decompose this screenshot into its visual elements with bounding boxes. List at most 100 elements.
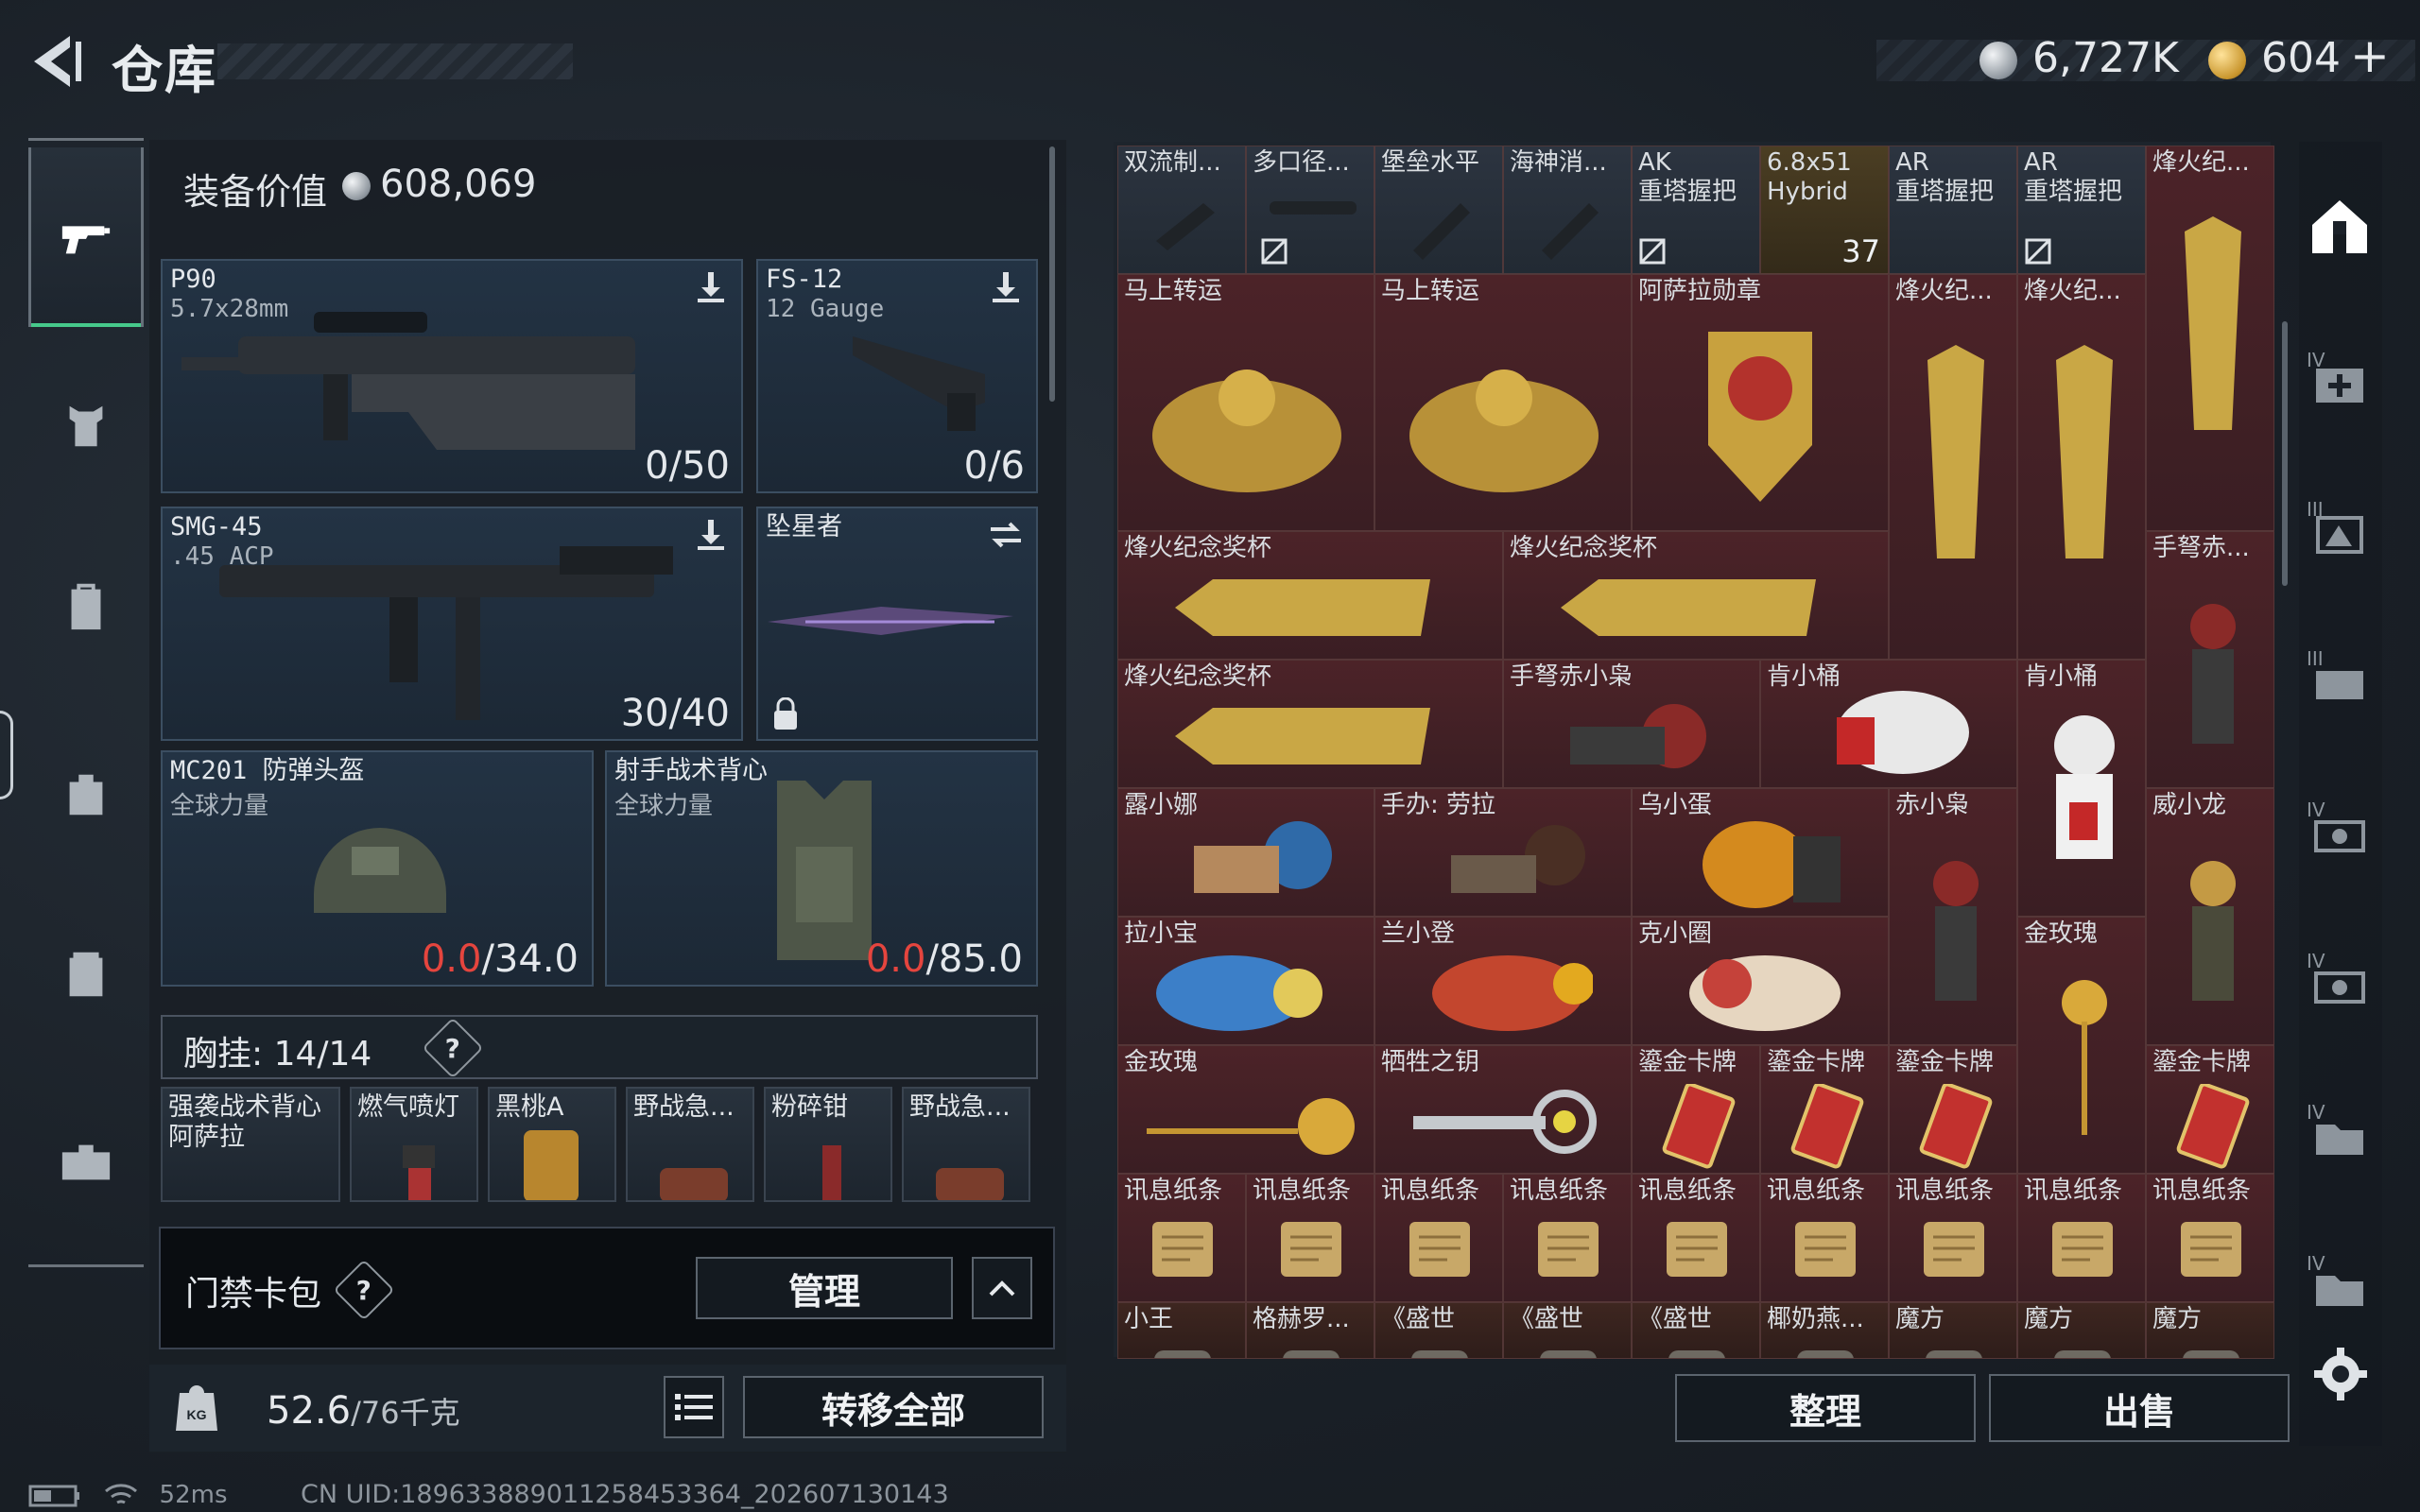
- loadout-scrollbar[interactable]: [1049, 146, 1055, 402]
- inventory-item[interactable]: 讯息纸条: [1760, 1174, 1889, 1302]
- tier-3-storage-icon[interactable]: III: [2307, 493, 2373, 559]
- manage-button[interactable]: 管理: [696, 1257, 953, 1319]
- inventory-item[interactable]: 烽火纪念奖杯: [1503, 531, 1889, 660]
- inventory-item[interactable]: 兰小登: [1374, 917, 1632, 1045]
- inventory-item[interactable]: 威小龙: [2146, 788, 2274, 1045]
- inventory-item[interactable]: 克小圈: [1632, 917, 1889, 1045]
- list-icon: [675, 1394, 713, 1420]
- inventory-item[interactable]: 乌小蛋: [1632, 788, 1889, 917]
- inventory-scrollbar[interactable]: [2282, 321, 2288, 586]
- side-drawer-tab[interactable]: [0, 711, 13, 799]
- chest-item[interactable]: 燃气喷灯: [350, 1087, 478, 1202]
- inventory-item[interactable]: 鎏金卡牌: [2146, 1045, 2274, 1174]
- inventory-item[interactable]: 《盛世: [1632, 1302, 1760, 1359]
- chest-item[interactable]: 强袭战术背心 阿萨拉: [161, 1087, 340, 1202]
- transfer-all-button[interactable]: 转移全部: [743, 1376, 1044, 1438]
- nav-bag-tab[interactable]: [28, 705, 144, 885]
- inventory-item[interactable]: 讯息纸条: [1889, 1174, 2017, 1302]
- inventory-item[interactable]: 海神消...: [1503, 146, 1632, 274]
- inventory-item[interactable]: 讯息纸条: [1374, 1174, 1503, 1302]
- tier-3-cases-icon[interactable]: III: [2307, 643, 2373, 709]
- inventory-item[interactable]: 小王: [1117, 1302, 1246, 1359]
- inventory-item[interactable]: 烽火纪...: [2146, 146, 2274, 531]
- inventory-item[interactable]: AR 重塔握把: [2017, 146, 2146, 274]
- battery-icon: [28, 1485, 79, 1506]
- inventory-item[interactable]: 《盛世: [1374, 1302, 1503, 1359]
- chest-item[interactable]: 野战急...: [626, 1087, 754, 1202]
- inventory-item[interactable]: 鎏金卡牌: [1632, 1045, 1760, 1174]
- home-icon[interactable]: [2307, 193, 2373, 259]
- back-arrow-icon[interactable]: [26, 28, 83, 94]
- inventory-item[interactable]: 马上转运: [1117, 274, 1374, 531]
- swap-icon[interactable]: [987, 516, 1025, 554]
- tier-4-box-icon[interactable]: IV: [2307, 1247, 2373, 1314]
- settings-icon[interactable]: [2312, 1346, 2369, 1402]
- inventory-item[interactable]: 多口径...: [1246, 146, 1374, 274]
- helmet-image: [314, 828, 446, 913]
- inventory-item[interactable]: 讯息纸条: [1632, 1174, 1760, 1302]
- inventory-item[interactable]: 讯息纸条: [2017, 1174, 2146, 1302]
- chest-item[interactable]: 粉碎钳: [764, 1087, 892, 1202]
- inventory-item[interactable]: 拉小宝: [1117, 917, 1374, 1045]
- inventory-item[interactable]: 魔方: [2017, 1302, 2146, 1359]
- inventory-item[interactable]: 牺牲之钥: [1374, 1045, 1632, 1174]
- inventory-item[interactable]: 6.8x51 Hybrid 37: [1760, 146, 1889, 274]
- inventory-item[interactable]: 马上转运: [1374, 274, 1632, 531]
- inventory-item[interactable]: 魔方: [1889, 1302, 2017, 1359]
- chest-item[interactable]: 黑桃A: [488, 1087, 616, 1202]
- vest-slot[interactable]: 射手战术背心 全球力量 0.0/85.0: [605, 750, 1038, 987]
- melee-weapon-slot[interactable]: 坠星者: [756, 507, 1038, 741]
- chest-item[interactable]: 野战急...: [902, 1087, 1030, 1202]
- tier-4-ammo-icon[interactable]: IV: [2307, 794, 2373, 860]
- nav-weapons-tab[interactable]: [28, 147, 144, 327]
- add-currency-button[interactable]: +: [2350, 28, 2390, 83]
- nav-toolbox-tab[interactable]: [28, 1074, 144, 1253]
- secondary-weapon-slot[interactable]: FS-12 12 Gauge 0/6: [756, 259, 1038, 493]
- primary-weapon-slot[interactable]: P90 5.7x28mm 0/50: [161, 259, 743, 493]
- smg-weapon-slot[interactable]: SMG-45 .45 ACP 30/40: [161, 507, 743, 741]
- inventory-item[interactable]: 堡垒水平: [1374, 146, 1503, 274]
- fs12-image: [853, 336, 985, 431]
- inventory-item[interactable]: 讯息纸条: [1246, 1174, 1374, 1302]
- inventory-item[interactable]: 手弩赤...: [2146, 531, 2274, 788]
- inventory-item[interactable]: 格赫罗...: [1246, 1302, 1374, 1359]
- horse-medal-image: [1409, 369, 1599, 492]
- nav-case-tab[interactable]: [28, 885, 144, 1064]
- inventory-item[interactable]: AK 重塔握把: [1632, 146, 1760, 274]
- inventory-item[interactable]: 烽火纪...: [1889, 274, 2017, 660]
- inventory-item[interactable]: 金玫瑰: [1117, 1045, 1374, 1174]
- inventory-item[interactable]: 双流制...: [1117, 146, 1246, 274]
- inventory-item[interactable]: 手弩赤小枭: [1503, 660, 1760, 788]
- inventory-item[interactable]: 阿萨拉勋章: [1632, 274, 1889, 531]
- inventory-item[interactable]: AR 重塔握把: [1889, 146, 2017, 274]
- inventory-item[interactable]: 赤小枭: [1889, 788, 2017, 1045]
- sell-button[interactable]: 出售: [1989, 1374, 2290, 1442]
- inventory-item[interactable]: 金玫瑰: [2017, 917, 2146, 1174]
- tier-4-gear-icon[interactable]: IV: [2307, 945, 2373, 1011]
- nav-backpack-tab[interactable]: [28, 516, 144, 696]
- inventory-item[interactable]: 讯息纸条: [1117, 1174, 1246, 1302]
- inventory-item[interactable]: 烽火纪念奖杯: [1117, 531, 1503, 660]
- inventory-item[interactable]: 肯小桶: [2017, 660, 2146, 917]
- collapse-button[interactable]: [972, 1257, 1032, 1319]
- inventory-item[interactable]: 魔方: [2146, 1302, 2274, 1359]
- inventory-item[interactable]: 鎏金卡牌: [1760, 1045, 1889, 1174]
- ace-card-image: [524, 1130, 579, 1200]
- tier-4-folder-icon[interactable]: IV: [2307, 1096, 2373, 1162]
- inventory-item[interactable]: 讯息纸条: [2146, 1174, 2274, 1302]
- list-view-button[interactable]: [664, 1376, 724, 1438]
- download-icon[interactable]: [987, 268, 1025, 306]
- inventory-item[interactable]: 露小娜: [1117, 788, 1374, 917]
- inventory-item[interactable]: 鎏金卡牌: [1889, 1045, 2017, 1174]
- sort-button[interactable]: 整理: [1675, 1374, 1976, 1442]
- nav-armor-tab[interactable]: [28, 336, 144, 516]
- tier-4-add-icon[interactable]: IV: [2307, 344, 2373, 410]
- inventory-item[interactable]: 讯息纸条: [1503, 1174, 1632, 1302]
- helmet-slot[interactable]: MC201 防弹头盔 全球力量 0.0/34.0: [161, 750, 594, 987]
- inventory-item[interactable]: 烽火纪念奖杯: [1117, 660, 1503, 788]
- inventory-item[interactable]: 手办: 劳拉: [1374, 788, 1632, 917]
- inventory-item[interactable]: 《盛世: [1503, 1302, 1632, 1359]
- inventory-item[interactable]: 肯小桶: [1760, 660, 2017, 788]
- inventory-item[interactable]: 椰奶燕...: [1760, 1302, 1889, 1359]
- inventory-item[interactable]: 烽火纪...: [2017, 274, 2146, 660]
